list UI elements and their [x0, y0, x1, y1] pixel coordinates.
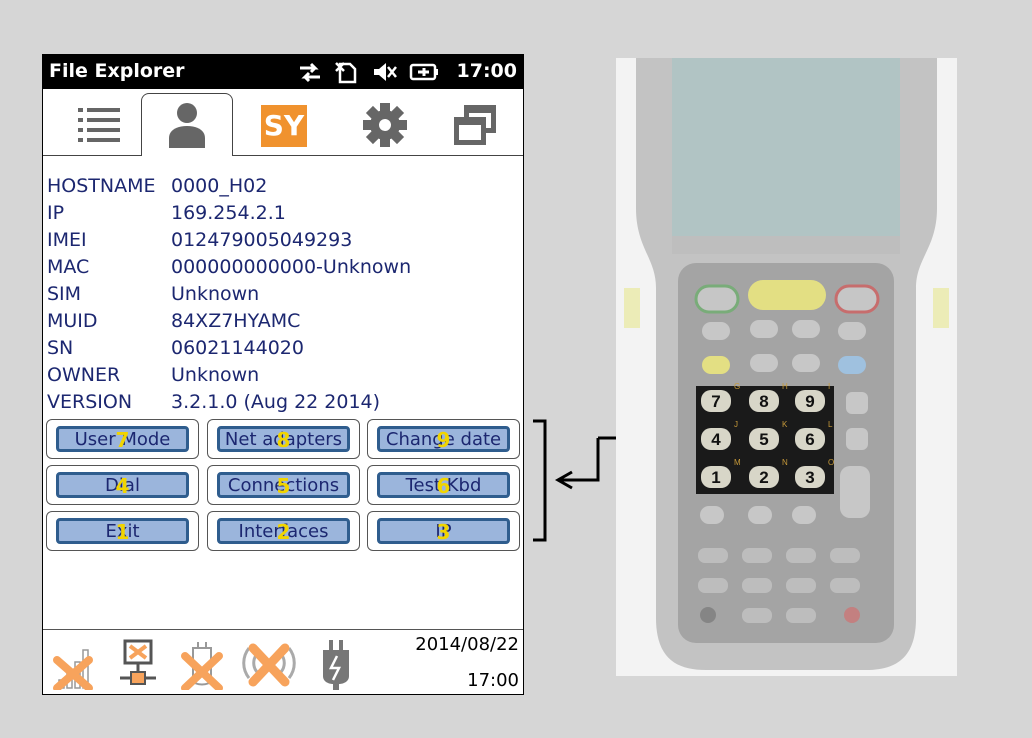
info-key: MUID	[47, 310, 98, 332]
keypad-key-label: 7	[711, 392, 720, 411]
connector-line	[560, 438, 600, 482]
user-mode-button[interactable]: User Mode 7	[46, 419, 199, 459]
tab-list[interactable]	[53, 95, 145, 155]
info-key: MAC	[47, 256, 90, 278]
info-value: 000000000000-Unknown	[171, 256, 412, 278]
info-key: IMEI	[47, 229, 87, 251]
button-shortcut-number: 6	[436, 474, 451, 498]
net-adapters-button[interactable]: Net adapters 8	[207, 419, 360, 459]
tab-user[interactable]	[141, 93, 233, 156]
keypad-key-label: 3	[805, 468, 814, 487]
keypad-key-label: 2	[759, 468, 768, 487]
user-icon	[169, 103, 205, 148]
keypad-key-letter: M	[734, 458, 741, 467]
status-time: 17:00	[456, 60, 517, 82]
bottom-time: 17:00	[467, 670, 519, 691]
keypad-key-letter: N	[782, 458, 788, 467]
keypad-key-label: 8	[759, 392, 768, 411]
info-key: HOSTNAME	[47, 175, 156, 197]
button-shortcut-number: 2	[276, 520, 291, 544]
phone-screen: File Explorer 17:00 SY HOSTNAME 0000_H02…	[42, 54, 524, 695]
power-plug-icon[interactable]	[313, 638, 359, 690]
info-value: Unknown	[171, 364, 260, 386]
button-shortcut-number: 8	[276, 428, 291, 452]
button-shortcut-number: 5	[276, 474, 291, 498]
keypad-key-label: 6	[805, 430, 814, 449]
info-key: OWNER	[47, 364, 121, 386]
button-shortcut-number: 9	[436, 428, 451, 452]
sync-arrows-icon	[300, 62, 320, 83]
bottom-status-bar: 2014/08/22 17:00	[43, 629, 523, 694]
dial-button[interactable]: Dial 4	[46, 465, 199, 505]
change-date-button[interactable]: Change date 9	[367, 419, 520, 459]
button-shortcut-number: 3	[436, 520, 451, 544]
info-value: 84XZ7HYAMC	[171, 310, 301, 332]
bracket	[533, 419, 547, 542]
connections-button[interactable]: Connections 5	[207, 465, 360, 505]
numeric-keypad: 7 G 8 H 9 I 4 J 5 K 6 L 1 M 2 N 3 O	[701, 382, 834, 488]
tab-bar: SY	[43, 89, 523, 156]
keypad-key-letter: L	[828, 420, 833, 429]
app-title: File Explorer	[49, 60, 185, 82]
info-value: 0000_H02	[171, 175, 268, 197]
keypad-key-letter: K	[782, 420, 788, 429]
info-value: 3.2.1.0 (Aug 22 2014)	[171, 391, 381, 413]
list-icon	[78, 108, 120, 142]
button-shortcut-number: 7	[115, 428, 130, 452]
network-error-icon[interactable]	[115, 638, 161, 690]
tab-settings[interactable]	[339, 95, 431, 155]
info-key: SN	[47, 337, 74, 359]
wifi-disabled-icon[interactable]	[239, 638, 299, 690]
bluetooth-disabled-icon[interactable]	[179, 638, 225, 690]
keypad-key-letter: G	[734, 382, 740, 391]
device-illustration: 7 G 8 H 9 I 4 J 5 K 6 L 1 M 2 N 3 O	[624, 58, 949, 670]
ip-button[interactable]: IP 3	[367, 511, 520, 551]
keypad-key-letter: H	[782, 382, 788, 391]
tab-windows[interactable]	[429, 95, 521, 155]
windows-icon	[454, 105, 496, 145]
keypad-key-label: 1	[711, 468, 720, 487]
keypad-key-letter: O	[828, 458, 834, 467]
keypad-key-letter: J	[734, 420, 738, 429]
button-shortcut-number: 1	[115, 520, 130, 544]
keypad-key-label: 9	[805, 392, 814, 411]
tab-sy[interactable]: SY	[239, 95, 331, 155]
handheld-device-photo: 7 G 8 H 9 I 4 J 5 K 6 L 1 M 2 N 3 O	[616, 58, 957, 676]
info-key: SIM	[47, 283, 82, 305]
button-shortcut-number: 4	[115, 474, 130, 498]
battery-charging-icon	[409, 63, 438, 81]
keypad-key-letter: I	[828, 382, 830, 391]
test-kbd-button[interactable]: Test Kbd 6	[367, 465, 520, 505]
gear-icon	[363, 103, 407, 147]
bottom-date: 2014/08/22	[415, 634, 519, 655]
muted-speaker-icon	[374, 63, 397, 81]
exit-button[interactable]: Exit 1	[46, 511, 199, 551]
interfaces-button[interactable]: Interfaces 2	[207, 511, 360, 551]
keypad-key-label: 5	[759, 430, 768, 449]
info-key: IP	[47, 202, 65, 224]
info-value: 169.254.2.1	[171, 202, 286, 224]
no-sim-icon	[335, 62, 357, 84]
info-value: 012479005049293	[171, 229, 353, 251]
sy-logo-icon: SY	[261, 105, 307, 147]
info-value: 06021144020	[171, 337, 304, 359]
info-key: VERSION	[47, 391, 133, 413]
signal-disabled-icon[interactable]	[51, 638, 97, 690]
status-bar: File Explorer 17:00	[43, 55, 523, 89]
keypad-key-label: 4	[711, 430, 721, 449]
info-value: Unknown	[171, 283, 260, 305]
